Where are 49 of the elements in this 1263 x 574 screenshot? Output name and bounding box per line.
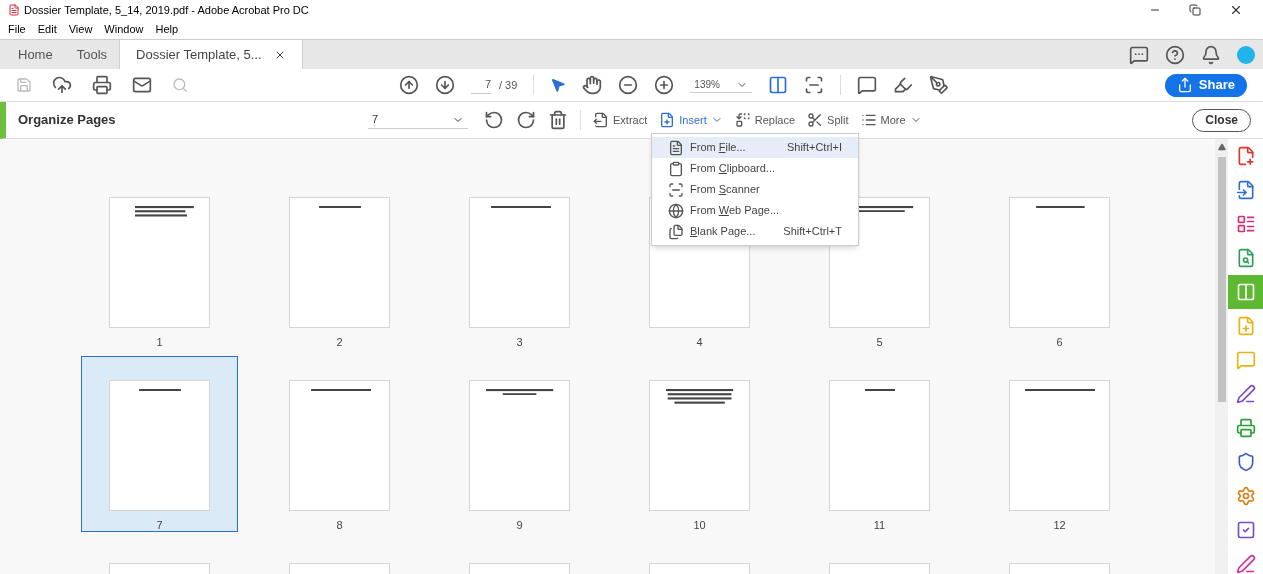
page-number: 11 bbox=[873, 518, 886, 533]
shortcut-text: Shift+Ctrl+T bbox=[783, 224, 842, 240]
share-button[interactable]: Share bbox=[1164, 73, 1247, 97]
tool-button[interactable]: More bbox=[860, 111, 922, 129]
tab[interactable]: Home bbox=[6, 40, 65, 69]
page-tile[interactable]: 6 bbox=[1008, 173, 1111, 349]
page-number: 9 bbox=[516, 518, 523, 533]
menu-option[interactable]: From File... Shift+Ctrl+I bbox=[652, 137, 858, 158]
page-tile[interactable]: 12 bbox=[1008, 356, 1111, 532]
menu-option[interactable]: From Scanner bbox=[652, 179, 858, 200]
zoom-dropdown[interactable]: 139% bbox=[690, 77, 752, 93]
menu-option[interactable]: Blank Page... Shift+Ctrl+T bbox=[652, 221, 858, 242]
page-tile[interactable]: 9 bbox=[468, 356, 571, 532]
tool-button[interactable]: Split bbox=[807, 111, 849, 129]
page-number: 12 bbox=[1053, 518, 1066, 533]
page-number: 2 bbox=[336, 335, 343, 350]
page-count: / 39 bbox=[499, 77, 518, 93]
menu-option[interactable]: From Clipboard... bbox=[652, 158, 858, 179]
menu-item[interactable]: View bbox=[68, 21, 93, 38]
page-tile[interactable]: 3 bbox=[468, 173, 571, 349]
page-number: 3 bbox=[516, 335, 523, 350]
page-tile[interactable]: 8 bbox=[288, 356, 391, 532]
page-tile[interactable]: 2 bbox=[288, 173, 391, 349]
tab[interactable]: Dossier Template, 5... bbox=[119, 40, 303, 69]
menu-item[interactable]: Help bbox=[155, 21, 179, 38]
page-number: 8 bbox=[336, 518, 343, 533]
page-tile[interactable]: 7 bbox=[81, 356, 238, 532]
page-number: 7 bbox=[156, 518, 163, 533]
page-number: 5 bbox=[876, 335, 883, 350]
shortcut-text: Shift+Ctrl+I bbox=[786, 140, 842, 156]
page-number: 10 bbox=[693, 518, 706, 533]
menu-item[interactable]: Window bbox=[104, 21, 144, 38]
page-number: 6 bbox=[1056, 335, 1063, 350]
page-number-field[interactable]: 7 bbox=[471, 76, 491, 94]
menu-option[interactable]: From Web Page... bbox=[652, 200, 858, 221]
page-tile[interactable]: 11 bbox=[828, 356, 931, 532]
tool-button[interactable]: Replace bbox=[734, 111, 796, 129]
page-number: 4 bbox=[696, 335, 703, 350]
tab[interactable]: Tools bbox=[64, 40, 120, 69]
tool-button[interactable]: Extract bbox=[593, 111, 648, 129]
page-range-dropdown[interactable]: 7 bbox=[368, 111, 468, 129]
page-number: 1 bbox=[156, 335, 163, 350]
panel-title: Organize Pages bbox=[18, 111, 117, 130]
page-tile[interactable]: 1 bbox=[108, 173, 211, 349]
menu-item[interactable]: File bbox=[8, 21, 26, 38]
menu-item[interactable]: Edit bbox=[37, 21, 57, 38]
page-tile[interactable]: 10 bbox=[648, 356, 751, 532]
tool-button[interactable]: Insert bbox=[659, 111, 723, 129]
window-title: Dossier Template, 5_14, 2019.pdf - Adobe Acrobat Pro DC bbox=[24, 2, 309, 18]
